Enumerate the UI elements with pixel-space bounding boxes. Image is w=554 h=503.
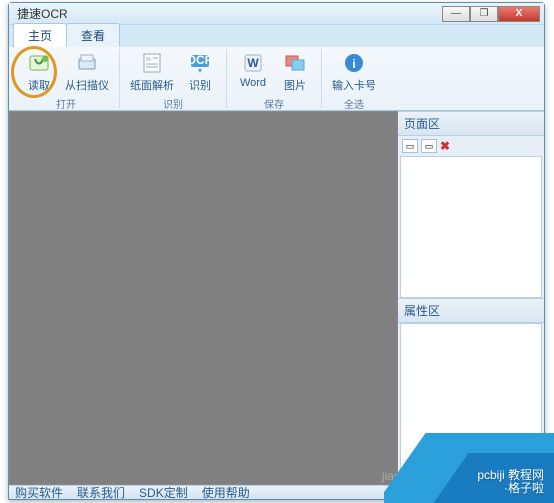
properties-panel: 属性区 (398, 298, 544, 485)
card-button[interactable]: i 输入卡号 (328, 49, 380, 95)
tab-strip: 主页 查看 (9, 25, 544, 47)
status-contact[interactable]: 联系我们 (77, 484, 125, 501)
word-label: Word (240, 77, 266, 89)
global-group-label: 全选 (344, 95, 364, 112)
svg-text:OCR: OCR (188, 53, 212, 67)
pages-list[interactable] (400, 156, 542, 298)
ocr-button[interactable]: OCR 识别 (180, 49, 220, 95)
tab-view[interactable]: 查看 (66, 23, 120, 47)
ribbon-group-open: 读取 从扫描仪 打开 (13, 49, 120, 108)
pages-panel: 页面区 ▭ ▭ ✖ (398, 111, 544, 298)
scanner-icon (75, 51, 99, 75)
ribbon: 读取 从扫描仪 打开 纸面解析 OCR 识别 识别 (9, 47, 544, 111)
ocr-icon: OCR (188, 51, 212, 75)
ribbon-group-global: i 输入卡号 全选 (322, 49, 386, 108)
card-label: 输入卡号 (332, 77, 376, 93)
page-thumb-1-icon[interactable]: ▭ (402, 139, 418, 153)
scanner-button[interactable]: 从扫描仪 (61, 49, 113, 95)
read-label: 读取 (28, 77, 50, 93)
status-sdk[interactable]: SDK定制 (139, 484, 188, 501)
svg-text:W: W (247, 56, 259, 70)
word-icon: W (241, 51, 265, 75)
canvas-area[interactable] (9, 111, 398, 485)
ribbon-group-recognize: 纸面解析 OCR 识别 识别 (120, 49, 227, 108)
properties-panel-title: 属性区 (398, 298, 544, 323)
read-button[interactable]: 读取 (19, 49, 59, 95)
window-controls: — ❐ X (442, 6, 540, 22)
parse-icon (140, 51, 164, 75)
save-group-label: 保存 (264, 95, 284, 112)
open-group-label: 打开 (56, 95, 76, 112)
tab-main[interactable]: 主页 (13, 23, 67, 47)
properties-body[interactable] (400, 323, 542, 485)
image-icon (283, 51, 307, 75)
parse-button[interactable]: 纸面解析 (126, 49, 178, 95)
parse-label: 纸面解析 (130, 77, 174, 93)
image-button[interactable]: 图片 (275, 49, 315, 95)
recognize-group-label: 识别 (163, 95, 183, 112)
titlebar[interactable]: 捷速OCR — ❐ X (9, 3, 544, 25)
close-button[interactable]: X (498, 6, 540, 22)
ribbon-group-save: W Word 图片 保存 (227, 49, 322, 108)
pages-toolbar: ▭ ▭ ✖ (398, 136, 544, 156)
page-thumb-2-icon[interactable]: ▭ (421, 139, 437, 153)
app-window: 捷速OCR — ❐ X 主页 查看 读取 从扫描仪 打开 (8, 2, 545, 500)
content-area: 页面区 ▭ ▭ ✖ 属性区 (9, 111, 544, 485)
maximize-button[interactable]: ❐ (470, 6, 498, 22)
status-help[interactable]: 使用帮助 (202, 484, 250, 501)
scanner-label: 从扫描仪 (65, 77, 109, 93)
word-button[interactable]: W Word (233, 49, 273, 95)
info-icon: i (342, 51, 366, 75)
delete-page-icon[interactable]: ✖ (440, 139, 450, 153)
pages-panel-title: 页面区 (398, 111, 544, 136)
status-bar: 购买软件 联系我们 SDK定制 使用帮助 (9, 485, 544, 499)
svg-text:i: i (352, 57, 355, 71)
ocr-label: 识别 (189, 77, 211, 93)
status-buy[interactable]: 购买软件 (15, 484, 63, 501)
read-icon (27, 51, 51, 75)
image-label: 图片 (284, 77, 306, 93)
side-panels: 页面区 ▭ ▭ ✖ 属性区 (398, 111, 544, 485)
window-title: 捷速OCR (13, 5, 442, 22)
minimize-button[interactable]: — (442, 6, 470, 22)
